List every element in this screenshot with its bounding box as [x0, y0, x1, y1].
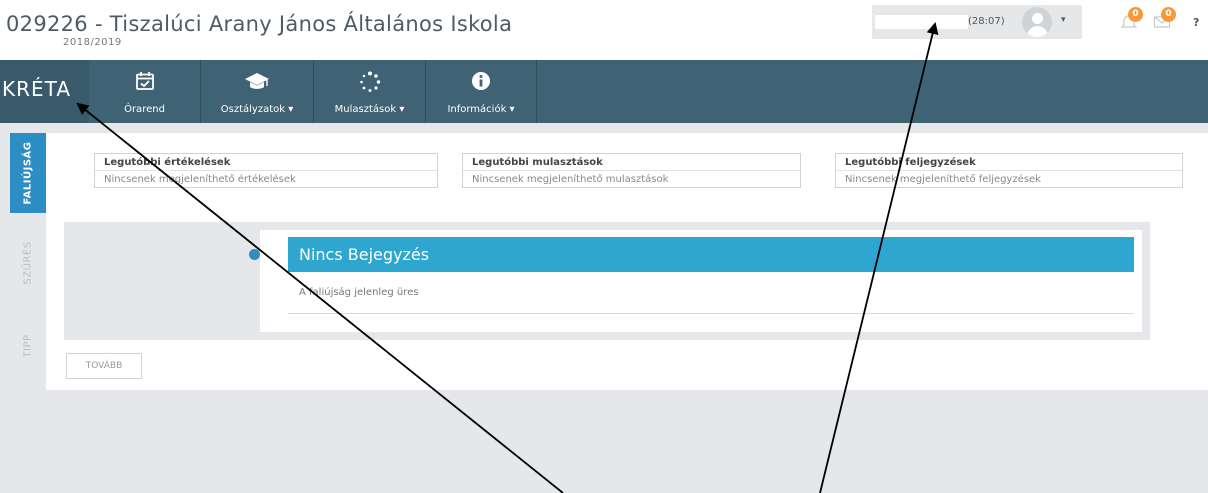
summary-feljegyzesek: Legutóbbi feljegyzések Nincsenek megjele… [835, 153, 1183, 188]
messages-button[interactable]: 0 [1153, 7, 1179, 30]
user-menu[interactable]: (28:07) ▾ [872, 5, 1082, 39]
nav-informaciok-label: Információk ▾ [447, 104, 515, 115]
graduation-cap-icon [245, 73, 269, 89]
avatar-body [1027, 26, 1048, 37]
school-title: 029226 - Tiszalúci Arany János Általános… [6, 12, 513, 36]
notifications-badge: 0 [1128, 7, 1143, 22]
nav-orarend[interactable]: Órarend [89, 60, 201, 123]
faliujsag-panel: Legutóbbi értékelések Nincsenek megjelen… [46, 133, 1208, 390]
tab-szures[interactable]: SZŰRÉS [10, 223, 46, 303]
session-timer: (28:07) [968, 16, 1005, 27]
entry-divider [288, 313, 1134, 314]
summary-mulasztasok-title: Legutóbbi mulasztások [463, 154, 800, 171]
chevron-down-icon[interactable]: ▾ [1061, 15, 1066, 25]
tab-faliujsag[interactable]: FALIÚJSÁG [10, 133, 46, 213]
nav-orarend-label: Órarend [124, 104, 165, 115]
top-header: 029226 - Tiszalúci Arany János Általános… [0, 0, 1208, 60]
nav-osztalyzatok-label: Osztályzatok ▾ [220, 104, 294, 115]
spinner-icon [359, 71, 380, 92]
summary-mulasztasok-text: Nincsenek megjeleníthető mulasztások [472, 174, 669, 185]
timeline-dot [249, 249, 260, 260]
avatar[interactable] [1022, 7, 1052, 37]
tab-tipp-label: TIPP [22, 334, 34, 358]
nav-mulasztasok-label: Mulasztások ▾ [334, 104, 405, 115]
main-navbar: KRÉTA Órarend Osztályzatok ▾ Mulasztások… [0, 60, 1208, 123]
timeline-date-column [64, 222, 252, 340]
messages-badge: 0 [1161, 7, 1176, 22]
nav-osztalyzatok[interactable]: Osztályzatok ▾ [201, 60, 314, 123]
summary-feljegyzesek-text: Nincsenek megjeleníthető feljegyzések [845, 174, 1041, 185]
brand-text: KRÉTA [2, 77, 71, 101]
tab-faliujsag-label: FALIÚJSÁG [22, 141, 34, 205]
school-year: 2018/2019 [63, 37, 122, 48]
nav-informaciok[interactable]: Információk ▾ [426, 60, 537, 123]
summary-mulasztasok: Legutóbbi mulasztások Nincsenek megjelen… [462, 153, 801, 188]
entry-card: Nincs Bejegyzés A faliújság jelenleg üre… [260, 230, 1142, 332]
summary-feljegyzesek-title: Legutóbbi feljegyzések [836, 154, 1182, 171]
summary-ertekelesek: Legutóbbi értékelések Nincsenek megjelen… [94, 153, 438, 188]
kreta-logo[interactable]: KRÉTA [0, 60, 89, 123]
info-circle-icon [472, 72, 490, 90]
help-icon[interactable]: ? [1193, 16, 1199, 29]
summary-ertekelesek-text: Nincsenek megjeleníthető értékelések [104, 174, 296, 185]
entry-body: A faliújság jelenleg üres [299, 287, 419, 298]
content-area: FALIÚJSÁG SZŰRÉS TIPP Legutóbbi értékelé… [0, 123, 1208, 493]
nav-mulasztasok[interactable]: Mulasztások ▾ [314, 60, 426, 123]
entry-title: Nincs Bejegyzés [288, 237, 1134, 272]
avatar-head [1032, 13, 1043, 24]
tab-szures-label: SZŰRÉS [22, 241, 34, 285]
notifications-button[interactable]: 0 [1120, 7, 1146, 30]
calendar-check-icon [135, 72, 154, 90]
timeline-entry: Nincs Bejegyzés A faliújság jelenleg üre… [252, 222, 1150, 340]
tab-tipp[interactable]: TIPP [10, 311, 46, 381]
summary-ertekelesek-title: Legutóbbi értékelések [95, 154, 437, 171]
more-button[interactable]: TOVÁBB [66, 353, 142, 379]
user-name-redacted [875, 15, 968, 29]
